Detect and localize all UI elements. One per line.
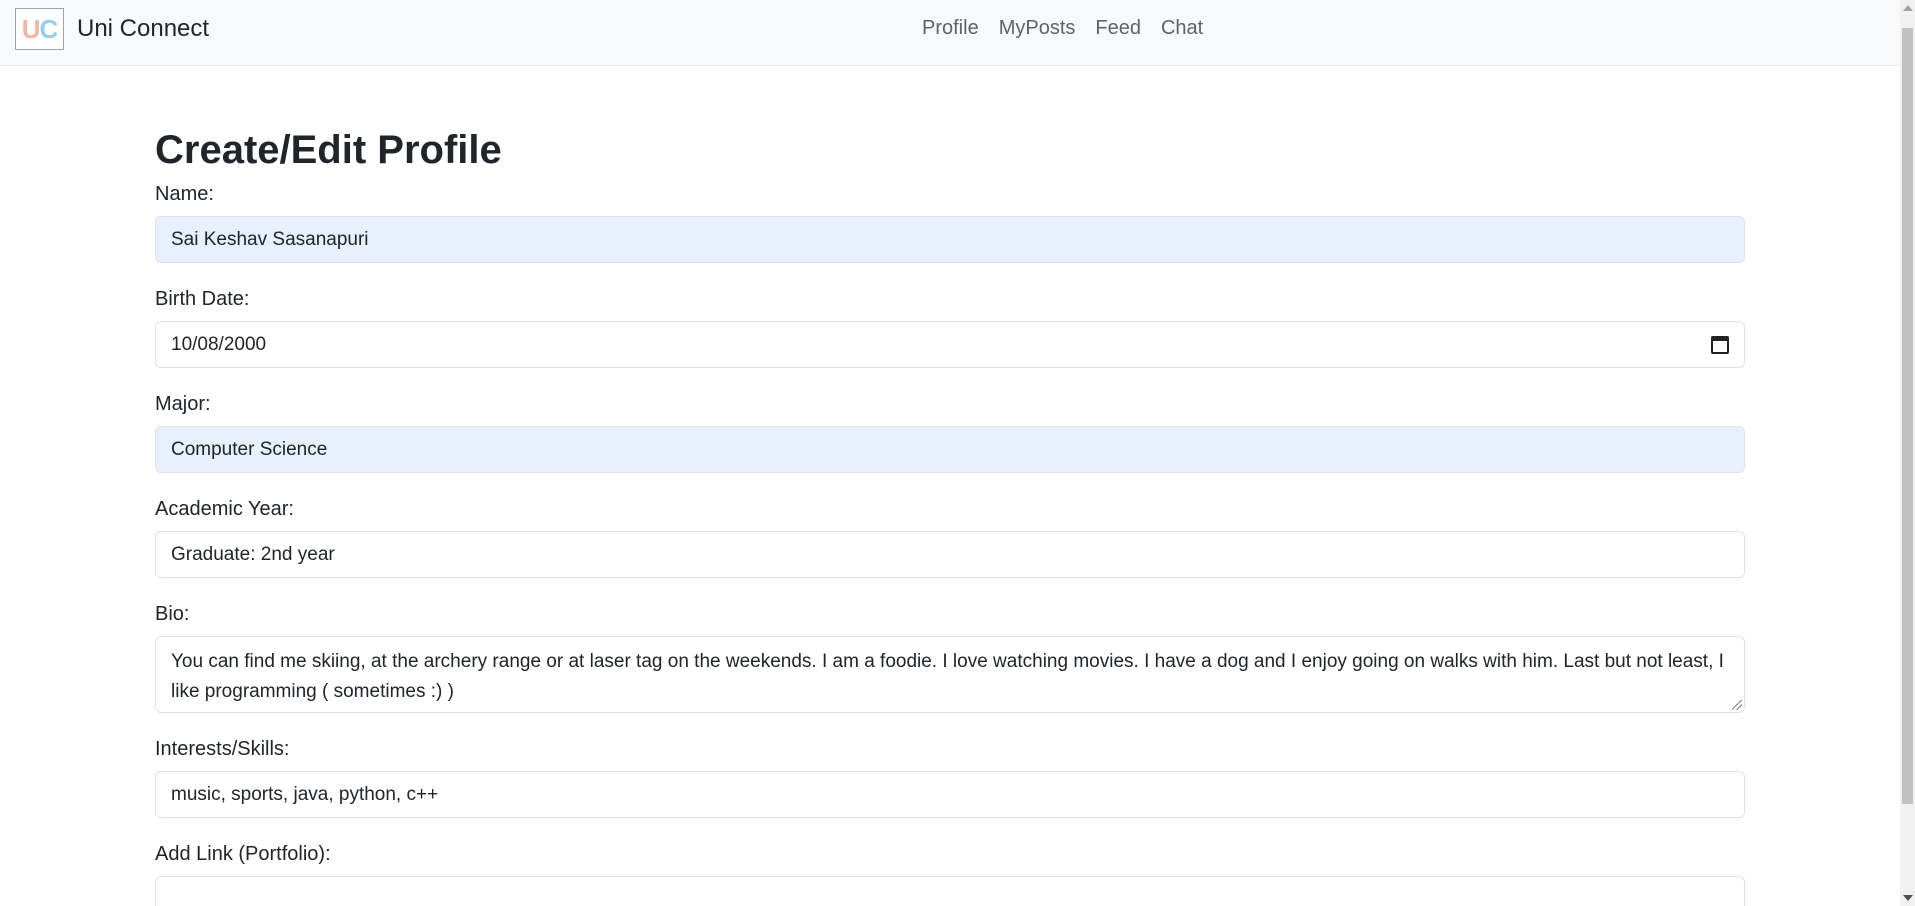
academic-year-field-group: Academic Year: Graduate: 2nd year	[155, 497, 1745, 578]
name-label: Name:	[155, 183, 214, 205]
birth-date-input-value: 10/08/2000	[171, 333, 267, 355]
link-label: Add Link (Portfolio):	[155, 843, 331, 865]
major-input[interactable]: Computer Science	[155, 426, 1745, 473]
interests-field-group: Interests/Skills: music, sports, java, p…	[155, 737, 1745, 818]
page-scrollbar[interactable]	[1900, 0, 1915, 906]
logo-letter-u: U	[21, 13, 41, 44]
page-title: Create/Edit Profile	[155, 128, 502, 172]
name-field-group: Name: Sai Keshav Sasanapuri	[155, 182, 1745, 263]
name-input[interactable]: Sai Keshav Sasanapuri	[155, 216, 1745, 263]
birth-date-label: Birth Date:	[155, 288, 250, 310]
navbar: UC Uni Connect Profile MyPosts Feed Chat	[0, 0, 1900, 66]
bio-textarea-value: You can find me skiing, at the archery r…	[171, 651, 1724, 702]
academic-year-label: Academic Year:	[155, 498, 294, 520]
bio-field-group: Bio: You can find me skiing, at the arch…	[155, 602, 1745, 713]
calendar-icon[interactable]	[1711, 335, 1729, 354]
academic-year-input-value: Graduate: 2nd year	[171, 543, 335, 565]
nav-links: Profile MyPosts Feed Chat	[922, 17, 1223, 40]
brand[interactable]: UC Uni Connect	[15, 8, 209, 50]
link-input[interactable]	[155, 876, 1745, 906]
birth-date-input[interactable]: 10/08/2000	[155, 321, 1745, 368]
brand-name: Uni Connect	[77, 15, 210, 42]
profile-form: Create/Edit Profile Name: Sai Keshav Sas…	[155, 126, 1745, 906]
nav-link-profile[interactable]: Profile	[922, 17, 979, 40]
scroll-up-arrow-icon[interactable]	[1903, 5, 1913, 11]
scroll-thumb[interactable]	[1902, 28, 1913, 804]
birth-date-field-group: Birth Date: 10/08/2000	[155, 287, 1745, 368]
logo: UC	[15, 8, 64, 50]
major-label: Major:	[155, 393, 211, 415]
nav-link-chat[interactable]: Chat	[1161, 17, 1203, 40]
resize-grip-icon[interactable]	[1732, 700, 1742, 710]
logo-letter-c: C	[39, 13, 59, 44]
interests-input-value: music, sports, java, python, c++	[171, 783, 439, 805]
viewport: UC Uni Connect Profile MyPosts Feed Chat…	[0, 0, 1915, 906]
major-input-value: Computer Science	[171, 438, 328, 460]
nav-link-myposts[interactable]: MyPosts	[999, 17, 1076, 40]
scroll-down-arrow-icon[interactable]	[1903, 895, 1913, 901]
bio-label: Bio:	[155, 603, 190, 625]
name-input-value: Sai Keshav Sasanapuri	[171, 228, 369, 250]
link-field-group: Add Link (Portfolio):	[155, 842, 1745, 906]
academic-year-input[interactable]: Graduate: 2nd year	[155, 531, 1745, 578]
interests-input[interactable]: music, sports, java, python, c++	[155, 771, 1745, 818]
major-field-group: Major: Computer Science	[155, 392, 1745, 473]
bio-textarea[interactable]: You can find me skiing, at the archery r…	[155, 636, 1745, 713]
interests-label: Interests/Skills:	[155, 738, 290, 760]
nav-link-feed[interactable]: Feed	[1095, 17, 1141, 40]
